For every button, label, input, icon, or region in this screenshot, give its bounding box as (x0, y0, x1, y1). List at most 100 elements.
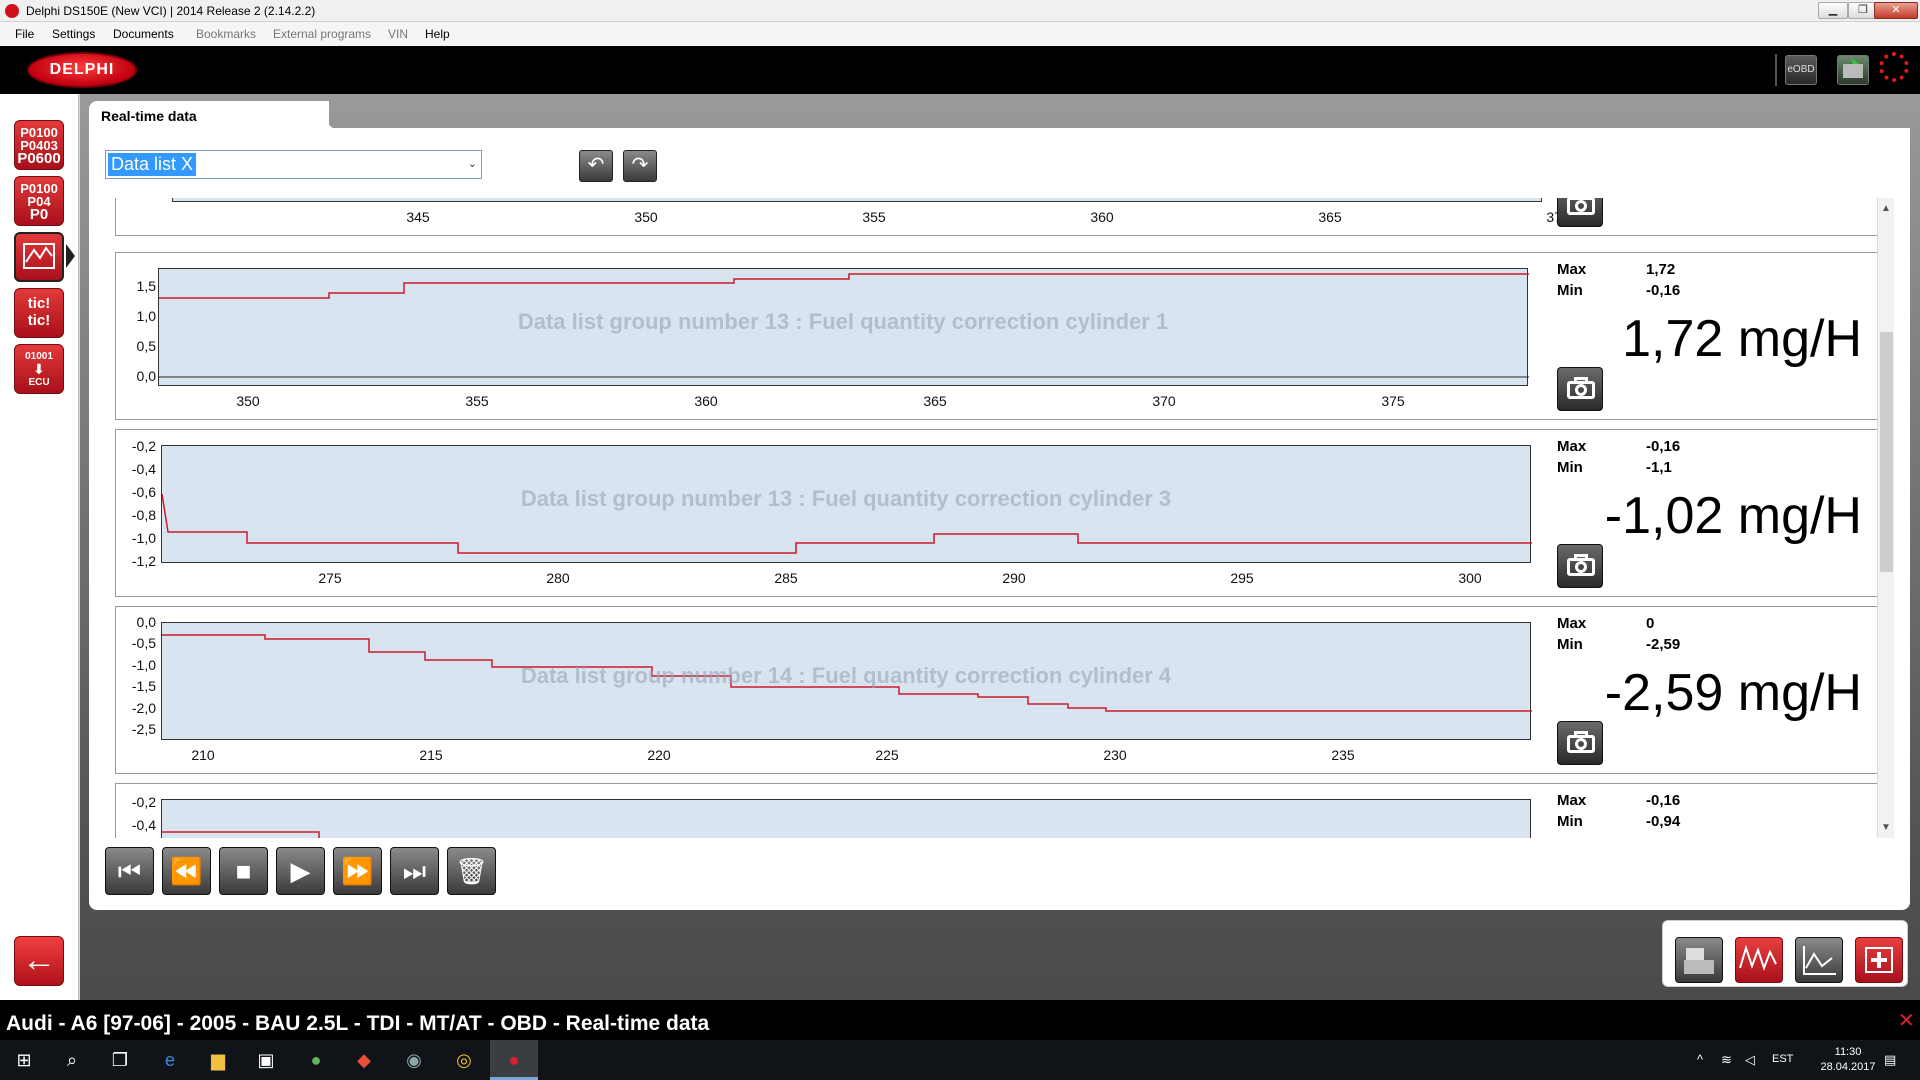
vci-connection-icon[interactable] (1837, 55, 1869, 85)
plot-area (161, 799, 1531, 838)
menu-documents[interactable]: Documents (113, 27, 174, 41)
menu-vin[interactable]: VIN (388, 27, 408, 41)
window-titlebar: Delphi DS150E (New VCI) | 2014 Release 2… (0, 0, 1920, 22)
task-view-icon[interactable]: ❐ (108, 1048, 132, 1072)
window-title: Delphi DS150E (New VCI) | 2014 Release 2… (26, 4, 316, 18)
chevron-down-icon[interactable]: ⌄ (468, 157, 477, 170)
minimize-button[interactable]: ▁ (1818, 2, 1848, 19)
back-button[interactable]: ← (14, 936, 64, 986)
current-value: -2,59 mg/H (1604, 664, 1862, 722)
chrome-icon[interactable]: ◎ (452, 1048, 476, 1072)
units-graph-icon (1739, 944, 1777, 971)
x-tick: 210 (191, 747, 215, 763)
x-tick: 220 (647, 747, 671, 763)
sidebar-item-actuator-test[interactable]: tic! tic! (14, 288, 64, 338)
menu-help[interactable]: Help (425, 27, 450, 41)
sidebar-item-realtime-data[interactable] (14, 232, 64, 282)
x-tick: 300 (1458, 570, 1482, 586)
graph-list[interactable]: 345 350 355 360 365 370 Data list group … (105, 198, 1885, 838)
taskbar: ⊞ ⌕ ❐ e ▆ ▣ ● ◆ ◉ ◎ ● ^ ≋ ◁ EST 11:30 28… (0, 1040, 1920, 1080)
graph-block: Data list group number 13 : Fuel quantit… (115, 429, 1878, 597)
status-close-icon[interactable]: ✕ (1898, 1008, 1915, 1033)
y-tick: -0,5 (131, 635, 156, 651)
x-tick: 350 (236, 393, 260, 409)
plot-area: Data list group number 14 : Fuel quantit… (161, 622, 1532, 740)
rewind-button[interactable]: ⏪ (162, 847, 211, 895)
close-button[interactable]: ✕ (1874, 2, 1918, 19)
trace-line (162, 634, 1532, 712)
scroll-down-icon[interactable]: ▼ (1881, 822, 1891, 833)
y-tick: 1,0 (136, 308, 156, 324)
scroll-thumb[interactable] (1880, 332, 1893, 572)
activity-spinner-icon (1879, 52, 1909, 82)
y-tick: 0,0 (136, 368, 156, 384)
max-label: Max (1557, 438, 1587, 455)
vehicle-breadcrumb: Audi - A6 [97-06] - 2005 - BAU 2.5L - TD… (6, 1012, 710, 1035)
play-button[interactable]: ▶ (276, 847, 325, 895)
search-icon[interactable]: ⌕ (60, 1048, 84, 1072)
wifi-icon[interactable]: ≋ (1721, 1052, 1732, 1068)
sidebar-item-ecu-info[interactable]: 01001 ⬇ ECU (14, 344, 64, 394)
app-icon-red[interactable]: ◆ (352, 1048, 376, 1072)
x-tick: 275 (318, 570, 342, 586)
menu-bookmarks[interactable]: Bookmarks (196, 27, 256, 41)
menu-external-programs[interactable]: External programs (273, 27, 371, 41)
data-list-select[interactable]: Data list X ⌄ (105, 150, 482, 179)
redo-button[interactable]: ↷ (623, 150, 657, 182)
start-windows-icon[interactable]: ⊞ (12, 1048, 36, 1072)
snapshot-button[interactable] (1557, 544, 1603, 588)
y-tick: 0,5 (136, 338, 156, 354)
tray-chevron-up-icon[interactable]: ^ (1697, 1052, 1703, 1067)
clock[interactable]: 11:30 28.04.2017 (1808, 1045, 1888, 1075)
skip-first-button[interactable]: ⏮ (105, 847, 154, 895)
tab-edge (300, 101, 334, 129)
graph-scrollbar[interactable]: ▲ ▼ (1877, 198, 1894, 838)
y-tick: -0,4 (131, 461, 156, 477)
y-tick: -0,2 (131, 438, 156, 454)
file-explorer-icon[interactable]: ▆ (206, 1048, 230, 1072)
menu-settings[interactable]: Settings (52, 27, 95, 41)
max-label: Max (1557, 615, 1587, 632)
y-tick: -1,5 (131, 678, 156, 694)
graph-block: Data list group number 13 : Fuel quantit… (115, 252, 1878, 420)
snapshot-button[interactable] (1557, 721, 1603, 765)
snapshot-button[interactable] (1557, 367, 1603, 411)
x-tick: 375 (1381, 393, 1405, 409)
store-icon[interactable]: ▣ (254, 1048, 278, 1072)
notifications-icon[interactable]: ▤ (1884, 1052, 1896, 1068)
stop-button[interactable]: ■ (219, 847, 268, 895)
sidebar-item-fault-codes[interactable]: P0100 P0403 P0600 (14, 120, 64, 170)
graph-view-button[interactable] (1795, 937, 1843, 983)
y-tick: -0,8 (131, 507, 156, 523)
fault-code: P0600 (17, 150, 61, 167)
clear-button[interactable]: 🗑 (447, 847, 496, 895)
keyboard-language[interactable]: EST (1772, 1053, 1793, 1065)
trace-line (162, 831, 320, 838)
tools-group (1662, 920, 1908, 987)
scroll-up-icon[interactable]: ▲ (1881, 203, 1891, 214)
skip-last-button[interactable]: ⏭ (390, 847, 439, 895)
utorrent-icon[interactable]: ● (304, 1048, 328, 1072)
sidebar-item-clear-codes[interactable]: P0100 P04 P0 (14, 176, 64, 226)
delphi-taskbar-icon[interactable]: ● (502, 1048, 526, 1072)
print-button[interactable] (1675, 937, 1723, 983)
undo-button[interactable]: ↶ (579, 150, 613, 182)
x-tick: 225 (875, 747, 899, 763)
plot-svg (162, 634, 1532, 712)
delphi-logo: DELPHI (27, 52, 137, 88)
add-parameter-button[interactable] (1855, 937, 1903, 983)
max-value: 1,72 (1646, 261, 1676, 278)
volume-icon[interactable]: ◁ (1745, 1052, 1755, 1068)
menu-file[interactable]: File (15, 27, 34, 41)
add-icon (1865, 947, 1893, 973)
download-arrow-icon: ⬇ (33, 361, 45, 377)
snapshot-button[interactable] (1557, 198, 1603, 227)
edge-browser-icon[interactable]: e (158, 1048, 182, 1072)
x-tick: 370 (1152, 393, 1176, 409)
plot-svg (173, 198, 1543, 203)
app-icon-globe[interactable]: ◉ (402, 1048, 426, 1072)
units-button[interactable] (1735, 937, 1783, 983)
fast-forward-button[interactable]: ⏩ (333, 847, 382, 895)
min-label: Min (1557, 459, 1583, 476)
eobd-icon[interactable]: eOBD (1785, 55, 1817, 85)
